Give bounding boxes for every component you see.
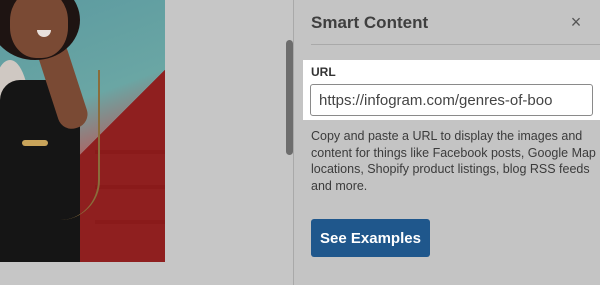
photo-image[interactable] [0,0,165,262]
person-face [10,0,68,58]
brick-line [95,220,165,224]
url-input[interactable] [310,84,593,116]
divider [311,44,600,45]
necklace-shape [58,70,100,220]
scrollbar-thumb[interactable] [286,40,293,155]
description-text: Copy and paste a URL to display the imag… [311,129,596,193]
brick-line [95,150,165,154]
brick-line [95,185,165,189]
panel-title: Smart Content [311,13,429,32]
see-examples-button[interactable]: See Examples [311,219,430,257]
canvas-area [0,0,293,285]
smart-content-panel: Smart Content × URL Copy and paste a URL… [293,0,600,285]
close-icon[interactable]: × [568,13,584,31]
url-field-group: URL [303,60,600,120]
url-label: URL [311,65,336,79]
bracelet-shape [22,140,48,146]
